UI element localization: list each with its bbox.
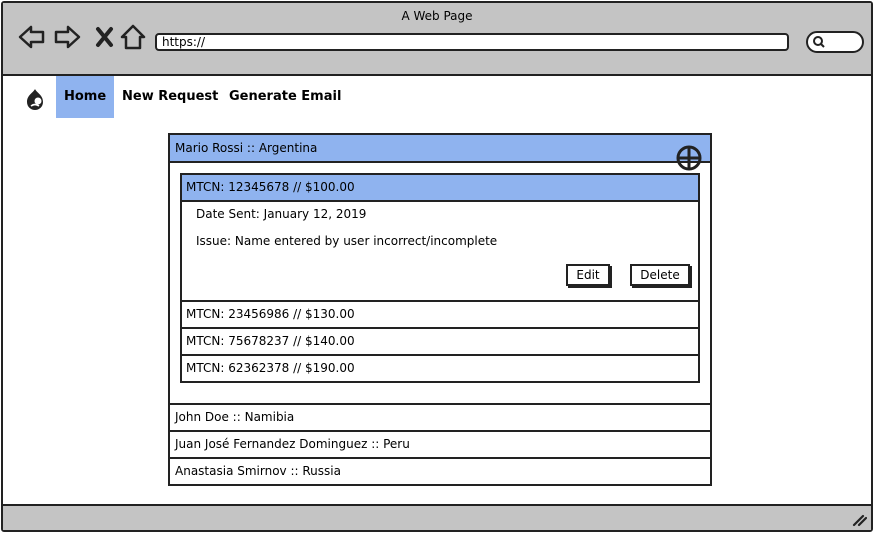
transaction-list: MTCN: 12345678 // $100.00 Date Sent: Jan… <box>180 173 700 383</box>
forward-arrow-icon[interactable] <box>54 23 82 51</box>
issue-text: Issue: Name entered by user incorrect/in… <box>196 234 498 248</box>
accordion-header-label: Mario Rossi :: Argentina <box>175 141 318 155</box>
main-nav: Home New Request Generate Email <box>3 74 871 119</box>
search-icon <box>813 36 825 48</box>
accordion-row-john-doe[interactable]: John Doe :: Namibia <box>170 403 710 430</box>
resize-grip-icon[interactable] <box>851 513 867 527</box>
add-circle-icon[interactable] <box>676 145 702 171</box>
transaction-row[interactable]: MTCN: 75678237 // $140.00 <box>182 329 698 356</box>
customer-accordion: Mario Rossi :: Argentina MTCN: 12345678 … <box>168 133 712 486</box>
drupal-logo-icon[interactable] <box>23 87 47 111</box>
back-arrow-icon[interactable] <box>17 23 45 51</box>
edit-button[interactable]: Edit <box>566 264 610 286</box>
close-x-icon[interactable] <box>91 23 119 51</box>
date-sent-text: Date Sent: January 12, 2019 <box>196 207 367 221</box>
transaction-row[interactable]: MTCN: 62362378 // $190.00 <box>182 356 698 381</box>
transaction-row[interactable]: MTCN: 23456986 // $130.00 <box>182 302 698 329</box>
nav-home[interactable]: Home <box>56 76 114 118</box>
transaction-detail: Date Sent: January 12, 2019 Issue: Name … <box>182 202 698 302</box>
home-icon[interactable] <box>119 23 147 51</box>
search-button[interactable] <box>806 31 864 53</box>
transaction-row-selected[interactable]: MTCN: 12345678 // $100.00 <box>182 175 698 202</box>
browser-titlebar: A Web Page https:// <box>3 3 871 76</box>
accordion-header-mario-rossi[interactable]: Mario Rossi :: Argentina <box>170 135 710 171</box>
accordion-row-juan-jose[interactable]: Juan José Fernandez Dominguez :: Peru <box>170 430 710 457</box>
delete-button[interactable]: Delete <box>630 264 690 286</box>
nav-new-request[interactable]: New Request <box>114 76 226 118</box>
nav-generate-email[interactable]: Generate Email <box>221 76 349 118</box>
url-input[interactable]: https:// <box>155 33 789 51</box>
browser-window: A Web Page https:// Home New Request Gen… <box>1 1 873 532</box>
accordion-row-anastasia[interactable]: Anastasia Smirnov :: Russia <box>170 457 710 484</box>
status-bar <box>3 504 871 530</box>
window-title: A Web Page <box>401 9 473 23</box>
